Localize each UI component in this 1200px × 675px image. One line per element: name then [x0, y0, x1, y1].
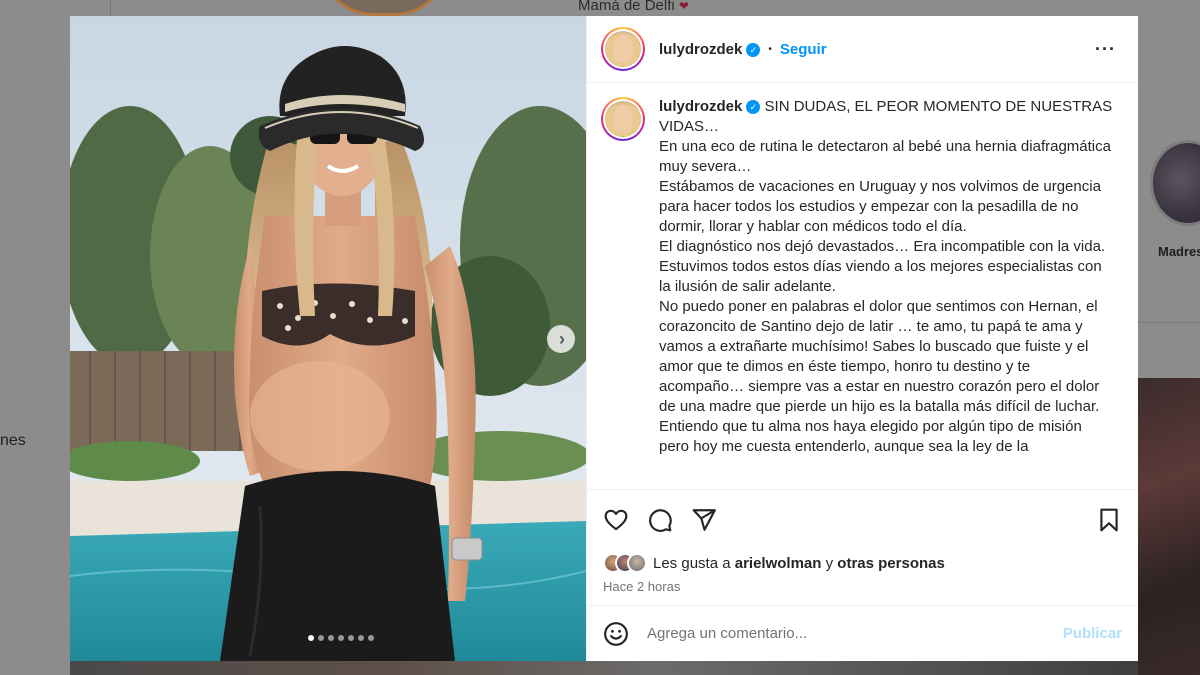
- next-slide-button[interactable]: ›: [547, 325, 575, 353]
- carousel-dot: [368, 635, 374, 641]
- like-heart-icon[interactable]: [603, 507, 629, 533]
- caption-line: En una eco de rutina le detectaron al be…: [659, 138, 1111, 175]
- background-caption-text: Mamá de Delfi: [578, 0, 675, 14]
- comment-composer: Publicar: [587, 605, 1138, 661]
- carousel-dot: [318, 635, 324, 641]
- background-left-text: nes: [0, 432, 26, 449]
- carousel-indicator: [70, 635, 586, 641]
- background-right-label: Madres: [1158, 244, 1200, 259]
- post-photo-image: [70, 16, 586, 661]
- post-modal: › lulydrozdek ✓ • Seguir ··· lulydrozdek…: [70, 16, 1138, 661]
- post-timestamp[interactable]: Hace 2 horas: [587, 577, 1138, 605]
- post-details-panel: lulydrozdek ✓ • Seguir ··· lulydrozdek ✓ S…: [586, 16, 1138, 661]
- verified-badge-icon: ✓: [746, 100, 761, 114]
- caption-line: Estuvimos todos estos días viendo a los …: [659, 258, 1102, 295]
- post-photo[interactable]: ›: [70, 16, 586, 661]
- author-username[interactable]: lulydrozdek ✓: [659, 41, 761, 58]
- liker-avatar: [627, 553, 647, 573]
- author-avatar-image: [605, 31, 641, 67]
- background-caption: Mamá de Delfi ❤: [578, 0, 689, 14]
- caption-line: No puedo poner en palabras el dolor que …: [659, 298, 1100, 455]
- likes-prefix: Les gusta a: [653, 554, 731, 572]
- emoji-icon[interactable]: [603, 621, 629, 647]
- post-header: lulydrozdek ✓ • Seguir ···: [587, 16, 1138, 83]
- carousel-dot-active: [308, 635, 314, 641]
- heart-icon: ❤: [678, 0, 689, 13]
- likes-summary: Les gusta a arielwolman y otras personas: [587, 549, 1138, 577]
- share-send-icon[interactable]: [691, 507, 717, 533]
- caption-line: Estábamos de vacaciones en Uruguay y nos…: [659, 178, 1101, 235]
- background-thumbnail-strip: [70, 661, 1138, 675]
- likes-connector: y: [825, 554, 834, 572]
- liker-username[interactable]: arielwolman: [735, 555, 822, 572]
- save-bookmark-icon[interactable]: [1096, 507, 1122, 533]
- caption-author-avatar[interactable]: [601, 97, 645, 141]
- caption-line: El diagnóstico nos dejó devastados… Era …: [659, 238, 1106, 255]
- carousel-dot: [348, 635, 354, 641]
- carousel-dot: [338, 635, 344, 641]
- carousel-dot: [358, 635, 364, 641]
- caption-author-avatar-image: [605, 101, 641, 137]
- likes-others-link[interactable]: otras personas: [837, 555, 945, 572]
- background-post-thumbnail: [1138, 378, 1200, 675]
- background-divider-right: [1138, 322, 1200, 323]
- publish-button[interactable]: Publicar: [1063, 625, 1122, 642]
- comment-bubble-icon[interactable]: [647, 507, 673, 533]
- verified-badge-icon: ✓: [746, 43, 761, 57]
- post-caption: lulydrozdek ✓ SIN DUDAS, EL PEOR MOMENTO …: [659, 97, 1114, 489]
- separator-dot: •: [768, 43, 772, 55]
- caption-section: lulydrozdek ✓ SIN DUDAS, EL PEOR MOMENTO …: [587, 83, 1138, 489]
- author-avatar[interactable]: [601, 27, 645, 71]
- more-options-icon[interactable]: ···: [1095, 39, 1124, 60]
- action-bar: [587, 489, 1138, 549]
- comment-input[interactable]: [647, 625, 1063, 642]
- liker-avatars[interactable]: [603, 553, 647, 573]
- carousel-dot: [328, 635, 334, 641]
- caption-username[interactable]: lulydrozdek: [659, 98, 742, 115]
- follow-button[interactable]: Seguir: [780, 41, 827, 58]
- chevron-right-icon: ›: [559, 329, 565, 349]
